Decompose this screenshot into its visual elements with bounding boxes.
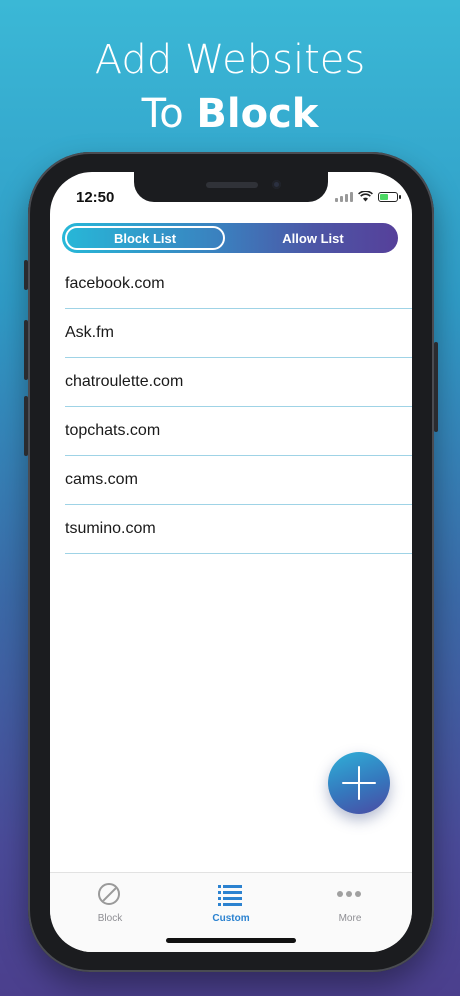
tab-label-block: Block [97,913,123,924]
home-indicator [166,938,296,943]
list-segmented-control: Block List Allow List [62,223,398,253]
tab-more[interactable]: More [300,877,400,931]
status-time: 12:50 [76,189,115,206]
tab-block[interactable]: Block [60,877,160,931]
volume-down-button [24,396,28,456]
app-screen: 12:50 Block List Allow List facebook.com [50,172,412,952]
tab-custom[interactable]: Custom [181,877,281,931]
list-item[interactable]: topchats.com [65,407,412,456]
tab-block-list[interactable]: Block List [65,226,225,250]
headline-prefix: To [141,91,184,137]
list-item[interactable]: cams.com [65,456,412,505]
tab-label-more: More [338,913,362,924]
status-icons [335,191,401,202]
notch [134,172,328,202]
headline-line-1: Add Websites [94,37,366,83]
list-item[interactable]: Ask.fm [65,309,412,358]
block-icon [98,883,120,905]
list-item[interactable]: chatroulette.com [65,358,412,407]
phone-frame: 12:50 Block List Allow List facebook.com [24,152,438,972]
wifi-icon [358,191,373,202]
speaker [206,182,258,188]
list-item[interactable]: tsumino.com [65,505,412,554]
signal-icon [335,191,353,202]
block-list: facebook.com Ask.fm chatroulette.com top… [50,260,412,554]
mute-switch [24,260,28,290]
headline-line-2: To Block [0,90,460,138]
tab-label-custom: Custom [212,913,250,924]
battery-charging-icon [378,191,401,202]
list-item[interactable]: facebook.com [65,260,412,309]
more-icon [337,891,361,897]
list-icon [218,883,242,906]
add-website-button[interactable] [328,752,390,814]
headline-bold-word: Block [196,91,319,137]
volume-up-button [24,320,28,380]
tab-allow-list[interactable]: Allow List [231,226,395,250]
front-camera [272,180,281,189]
power-button [434,342,438,432]
